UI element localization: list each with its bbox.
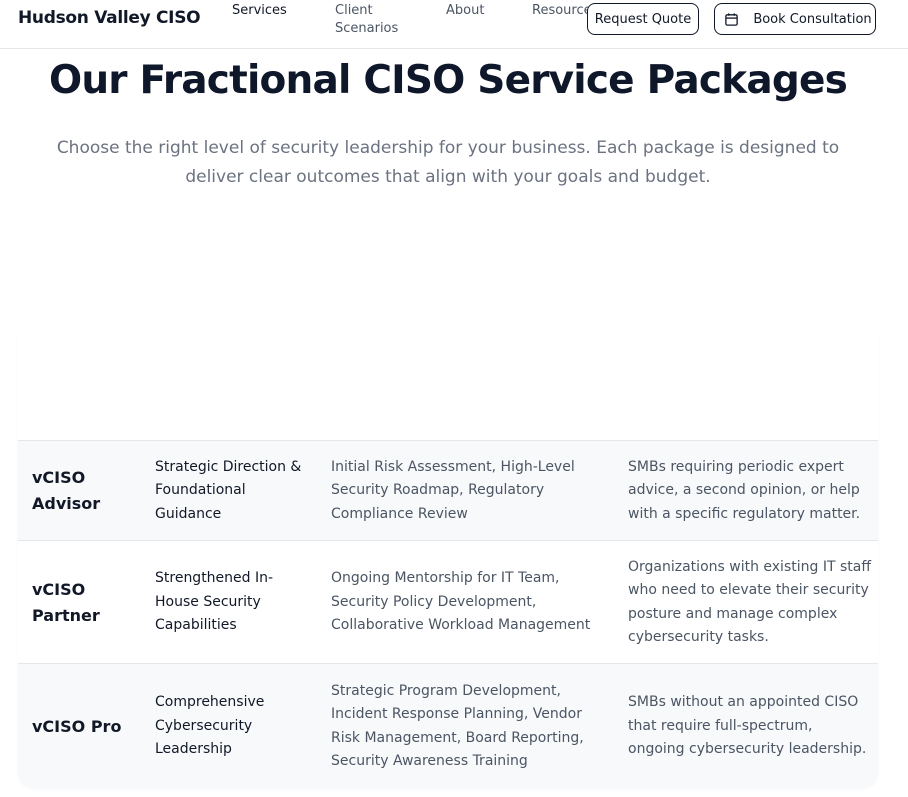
package-focus: Strengthened In-House Security Capabilit…	[155, 570, 274, 634]
request-quote-button[interactable]: Request Quote	[587, 3, 699, 35]
page-subtitle: Choose the right level of security leade…	[56, 138, 840, 187]
brand-logo[interactable]: Hudson Valley CISO	[18, 8, 201, 28]
package-name: vCISO Partner	[32, 579, 100, 625]
package-ideal-for: SMBs requiring periodic expert advice, a…	[628, 458, 861, 522]
nav-link-about[interactable]: About	[446, 2, 484, 20]
top-navbar: Hudson Valley CISO Services Client Scena…	[0, 0, 908, 49]
package-ideal-for: Organizations with existing IT staff who…	[628, 558, 871, 646]
table-row-vciso-pro: vCISO Pro Comprehensive Cybersecurity Le…	[18, 663, 878, 788]
package-services: Ongoing Mentorship for IT Team, Security…	[331, 570, 591, 634]
calendar-icon	[724, 12, 739, 27]
table-row-vciso-partner: vCISO Partner Strengthened In-House Secu…	[18, 540, 878, 663]
book-consultation-label: Book Consultation	[753, 11, 872, 27]
package-services: Initial Risk Assessment, High-Level Secu…	[331, 458, 575, 522]
package-focus: Strategic Direction & Foundational Guida…	[155, 458, 302, 522]
nav-link-resources[interactable]: Resource	[532, 2, 592, 20]
packages-table: vCISO Advisor Strategic Direction & Foun…	[18, 320, 878, 788]
nav-link-client-scenarios[interactable]: Client Scenarios	[335, 2, 425, 38]
package-focus: Comprehensive Cybersecurity Leadership	[155, 694, 265, 758]
package-name: vCISO Pro	[32, 716, 122, 736]
package-ideal-for: SMBs without an appointed CISO that requ…	[628, 694, 867, 758]
book-consultation-button[interactable]: Book Consultation	[714, 3, 876, 35]
package-name: vCISO Advisor	[32, 468, 101, 513]
page-title: Our Fractional CISO Service Packages	[48, 58, 848, 103]
table-row-vciso-advisor: vCISO Advisor Strategic Direction & Foun…	[18, 440, 878, 540]
package-services: Strategic Program Development, Incident …	[331, 682, 584, 770]
request-quote-label: Request Quote	[594, 11, 692, 27]
nav-link-services[interactable]: Services	[232, 2, 287, 20]
